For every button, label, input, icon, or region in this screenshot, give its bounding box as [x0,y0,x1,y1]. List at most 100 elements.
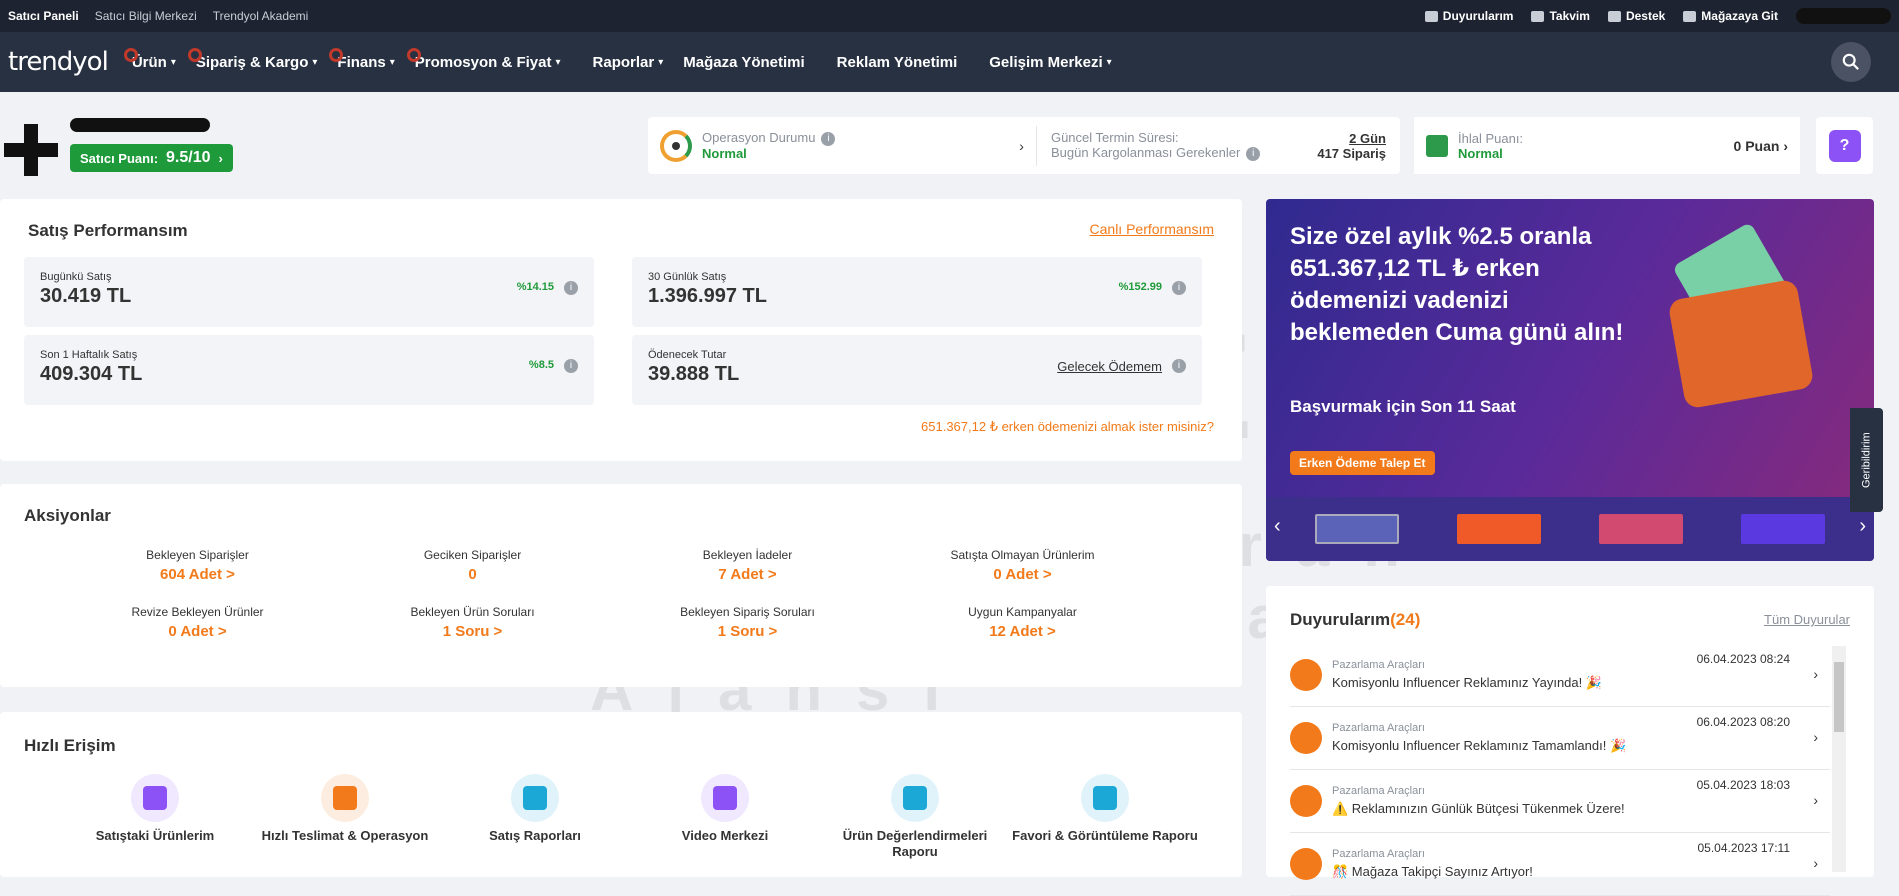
ring-marker-icon [187,48,202,62]
search-button[interactable] [1831,42,1871,82]
chevron-right-icon: › [1019,137,1024,154]
scrollbar[interactable] [1832,646,1846,872]
wallet-illustration [1667,278,1815,410]
nav-ad-management[interactable]: Reklam Yönetimi [827,32,968,92]
chevron-right-icon: › [1783,137,1788,154]
announcement-item[interactable]: Pazarlama Araçları ⚠️ Reklamınızın Günlük… [1290,770,1830,833]
action-revision-pending[interactable]: Revize Bekleyen Ürünler 0 Adet > [60,605,335,640]
announcement-item[interactable]: Pazarlama Araçları Komisyonlu Influencer … [1290,707,1830,770]
trend-up-percent: %8.5 [528,359,554,371]
30day-sales: 30 Günlük Satış 1.396.997 TL %152.99 i [632,257,1202,327]
chevron-right-icon[interactable]: › [1859,515,1866,538]
tab-trendyol-academy[interactable]: Trendyol Akademi [213,9,309,23]
tab-seller-panel[interactable]: Satıcı Paneli [8,9,79,23]
action-product-questions[interactable]: Bekleyen Ürün Soruları 1 Soru > [335,605,610,640]
info-icon[interactable]: i [1172,281,1186,295]
action-order-questions[interactable]: Bekleyen Sipariş Soruları 1 Soru > [610,605,885,640]
chevron-down-icon: ▾ [555,56,561,68]
top-bar: Satıcı Paneli Satıcı Bilgi Merkezi Trend… [0,0,1899,32]
nav-promotion-price[interactable]: Promosyon & Fiyat ▾ [405,32,571,92]
carousel-thumb[interactable] [1315,514,1399,544]
action-delayed-orders[interactable]: Geciken Siparişler 0 [335,548,610,583]
ring-marker-icon [406,48,421,62]
early-payment-cta-button[interactable]: Erken Ödeme Talep Et [1290,451,1435,475]
quick-access-item[interactable]: Favori & Görüntüleme Raporu [1010,774,1200,860]
quick-access-icon [131,774,179,822]
megaphone-icon [1290,659,1322,691]
chevron-right-icon: › [218,150,223,166]
operation-status[interactable]: Operasyon Durumu i Normal › [648,125,1037,166]
chevron-down-icon: ▾ [312,56,318,68]
info-icon[interactable]: i [1246,146,1261,161]
calendar-icon [1531,10,1545,22]
info-icon[interactable]: i [821,131,836,146]
trendyol-logo[interactable]: trendyol [8,47,109,77]
nav-order-cargo[interactable]: Sipariş & Kargo ▾ [186,32,328,92]
announcements-card: Duyurularım(24) Tüm Duyurular Pazarlama … [1266,586,1874,896]
live-performance-link[interactable]: Canlı Performansım [1090,221,1214,237]
thumbs-up-icon [1426,134,1448,157]
quick-access-icon [891,774,939,822]
nav-reports[interactable]: Raporlar ▾ [583,32,674,92]
megaphone-icon [1290,848,1322,880]
quick-access-icon [511,774,559,822]
bell-icon [1424,10,1438,22]
future-payment-link[interactable]: Gelecek Ödemem [1057,359,1162,374]
help-button[interactable]: ? [1816,117,1873,174]
quick-access-item[interactable]: Satıştaki Ürünlerim [60,774,250,860]
status-box: Operasyon Durumu i Normal › Güncel Termin… [648,117,1400,174]
carousel-thumb[interactable] [1457,514,1541,544]
announcements-link[interactable]: Duyurularım [1424,9,1513,23]
seller-score-badge[interactable]: Satıcı Puanı: 9.5/10 › [70,144,233,172]
action-pending-orders[interactable]: Bekleyen Siparişler 604 Adet > [60,548,335,583]
go-to-store-link[interactable]: Mağazaya Git [1683,9,1778,23]
term-days-link[interactable]: 2 Gün [1317,131,1386,146]
chevron-left-icon[interactable]: ‹ [1274,515,1281,538]
carousel-thumb[interactable] [1599,514,1683,544]
search-icon [1842,53,1859,70]
support-link[interactable]: Destek [1607,9,1665,23]
nav-store-management[interactable]: Mağaza Yönetimi [673,32,814,92]
feedback-tab[interactable]: Geribildirim [1850,408,1883,512]
chevron-down-icon: ▾ [170,56,176,68]
carousel-thumb[interactable] [1741,514,1825,544]
nav-growth-center[interactable]: Gelişim Merkezi ▾ [979,32,1121,92]
action-campaigns[interactable]: Uygun Kampanyalar 12 Adet > [885,605,1160,640]
quick-access-card: Hızlı Erişim Satıştaki Ürünlerim Hızlı Te… [0,712,1242,877]
week-sales: Son 1 Haftalık Satış 409.304 TL %8.5 i [24,335,594,405]
chevron-right-icon: › [1813,666,1818,682]
quick-access-item[interactable]: Video Merkezi [630,774,820,860]
quick-access-icon [321,774,369,822]
quick-access-item[interactable]: Satış Raporları [440,774,630,860]
redacted-account[interactable] [1796,8,1891,24]
action-not-on-sale[interactable]: Satışta Olmayan Ürünlerim 0 Adet > [885,548,1160,583]
megaphone-icon [1290,785,1322,817]
announcement-item[interactable]: Pazarlama Araçları Komisyonlu Influencer … [1290,644,1830,707]
tab-seller-info-center[interactable]: Satıcı Bilgi Merkezi [95,9,197,23]
store-icon [1683,10,1697,22]
chevron-right-icon: › [1813,729,1818,745]
gauge-icon [660,129,692,162]
quick-access-icon [1081,774,1129,822]
action-pending-returns[interactable]: Bekleyen İadeler 7 Adet > [610,548,885,583]
info-icon[interactable]: i [564,281,578,295]
violation-score[interactable]: İhlal Puanı: Normal 0 Puan › [1414,117,1800,174]
nav-finance[interactable]: Finans ▾ [327,32,404,92]
info-icon[interactable]: i [564,359,578,373]
today-sales: Bugünkü Satış 30.419 TL %14.15 i [24,257,594,327]
announcement-item[interactable]: Pazarlama Araçları 🎊 Mağaza Takipçi Sayın… [1290,833,1830,896]
info-icon[interactable]: i [1172,359,1186,373]
quick-access-item[interactable]: Ürün Değerlendirmeleri Raporu [820,774,1010,860]
banner-carousel: ‹ › [1266,497,1874,561]
chevron-down-icon: ▾ [1106,56,1112,68]
chat-icon [1607,10,1621,22]
all-announcements-link[interactable]: Tüm Duyurular [1764,612,1850,627]
trend-up-percent: %14.15 [516,281,554,293]
quick-access-item[interactable]: Hızlı Teslimat & Operasyon [250,774,440,860]
early-payment-banner[interactable]: Size özel aylık %2.5 oranla 651.367,12 T… [1266,199,1874,561]
early-payment-link[interactable]: 651.367,12 ₺ erken ödemenizi almak ister… [921,419,1214,435]
nav-product[interactable]: Ürün ▾ [122,32,186,92]
redacted-seller-name [70,118,210,132]
calendar-link[interactable]: Takvim [1531,9,1590,23]
chevron-right-icon: › [1813,792,1818,808]
